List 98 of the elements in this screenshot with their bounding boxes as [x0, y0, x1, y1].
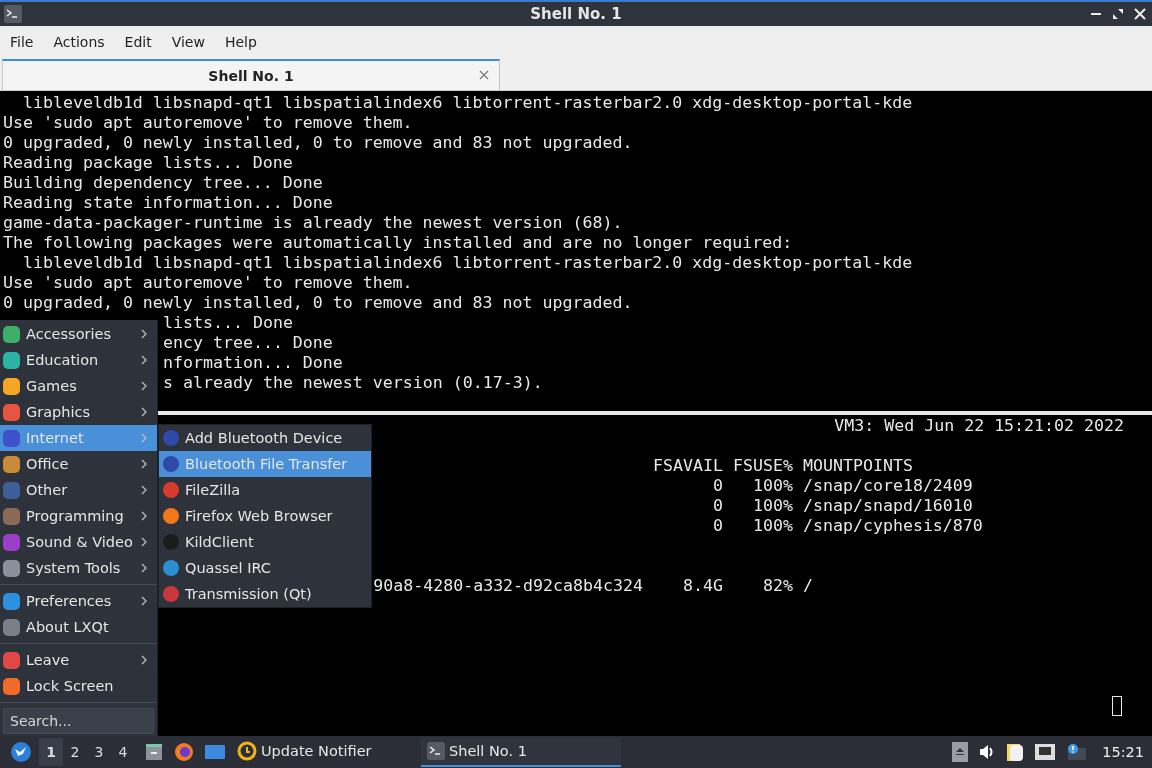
terminal-icon: [427, 742, 445, 760]
menu-item[interactable]: Preferences: [0, 588, 157, 614]
table-cell: /snap/cyphesis/870: [803, 516, 983, 536]
table-cell: 0: [713, 476, 723, 496]
app-icon: [163, 482, 179, 498]
category-icon: [3, 403, 20, 421]
app-icon: [163, 508, 179, 524]
app-icon: [163, 586, 179, 602]
app-icon: [163, 560, 179, 576]
terminal-line: game-data-packager-runtime is already the newest version (68).: [3, 213, 623, 232]
terminal-line: Reading state information... Done: [3, 193, 333, 212]
notification-icon[interactable]: [1066, 743, 1087, 761]
menu-item[interactable]: Transmission (Qt): [159, 581, 371, 607]
table-cell: /: [803, 576, 813, 596]
taskbar-button[interactable]: Shell No. 1: [421, 737, 621, 767]
category-icon: [3, 351, 20, 369]
terminal-line: 0 upgraded, 0 newly installed, 0 to remove and 83 not upgraded.: [3, 133, 633, 152]
column-header: FSAVAIL: [653, 456, 723, 476]
terminal-line: 0 upgraded, 0 newly installed, 0 to remove and 83 not upgraded.: [3, 293, 633, 312]
terminal-line: nformation... Done: [163, 353, 343, 372]
category-icon: [3, 507, 20, 525]
table-cell: /snap/core18/2409: [803, 476, 973, 496]
app-icon: [163, 534, 179, 550]
menu-item[interactable]: Help: [214, 34, 267, 50]
menu-item[interactable]: Games: [0, 373, 157, 399]
menu-item[interactable]: Leave: [0, 647, 157, 673]
column-header: MOUNTPOINTS: [803, 456, 913, 476]
menu-item[interactable]: Accessories: [0, 321, 157, 347]
desktop-switch[interactable]: 2: [63, 738, 87, 766]
menu-item[interactable]: Office: [0, 451, 157, 477]
category-icon: [3, 533, 20, 551]
table-cell: 100%: [753, 496, 793, 516]
table-cell: 100%: [753, 516, 793, 536]
terminal-line: libleveldb1d libsnapd-qt1 libspatialindex6 libtorrent-rasterbar2.0 xdg-desktop-portal-kde: [21, 253, 913, 272]
app-icon: [163, 456, 179, 472]
category-icon: [3, 377, 20, 395]
category-icon: [3, 592, 20, 610]
terminal-line: libleveldb1d libsnapd-qt1 libspatialindex6 libtorrent-rasterbar2.0 xdg-desktop-portal-kde: [21, 93, 913, 112]
network-icon[interactable]: [1034, 743, 1057, 761]
menu-item[interactable]: Edit: [114, 34, 162, 50]
terminal-line: ency tree... Done: [163, 333, 333, 352]
category-icon: [3, 429, 20, 447]
terminal-line: Use 'sudo apt autoremove' to remove them.: [3, 113, 413, 132]
taskbar-button[interactable]: Update Notifier: [231, 737, 421, 767]
category-icon: [3, 618, 20, 636]
menu-item[interactable]: Programming: [0, 503, 157, 529]
menu-item[interactable]: System Tools: [0, 555, 157, 581]
tab[interactable]: Shell No. 1: [2, 59, 500, 90]
category-icon: [3, 677, 20, 695]
desktop-switch[interactable]: 1: [39, 738, 63, 766]
clipboard-icon[interactable]: [1006, 742, 1025, 762]
terminal-line: The following packages were automatically installed and are no longer required:: [3, 233, 793, 252]
menu-item[interactable]: Actions: [43, 34, 115, 50]
terminal-icon: [4, 5, 22, 23]
column-header: FSUSE%: [733, 456, 793, 476]
clock[interactable]: 15:21: [1102, 744, 1144, 760]
menu-item[interactable]: KildClient: [159, 529, 371, 555]
terminal-line: s already the newest version (0.17-3).: [163, 373, 543, 392]
table-cell: 90a8-4280-a332-d92ca8b4c324: [373, 576, 643, 596]
menu-item[interactable]: Education: [0, 347, 157, 373]
category-icon: [3, 651, 20, 669]
menu-item[interactable]: View: [161, 34, 215, 50]
terminal-line: lists... Done: [163, 313, 293, 332]
eject-icon[interactable]: [952, 742, 969, 762]
menu-item[interactable]: Firefox Web Browser: [159, 503, 371, 529]
menu-item[interactable]: Graphics: [0, 399, 157, 425]
search-field[interactable]: Search...: [3, 708, 154, 734]
table-cell: 100%: [753, 476, 793, 496]
category-icon: [3, 481, 20, 499]
terminal-line: VM3: Wed Jun 22 15:21:02 2022: [834, 416, 1124, 435]
table-cell: 82%: [763, 576, 793, 596]
menu-item[interactable]: About LXQt: [0, 614, 157, 640]
menu-item[interactable]: Quassel IRC: [159, 555, 371, 581]
table-cell: 0: [713, 496, 723, 516]
maximize-icon[interactable]: [1112, 8, 1124, 20]
terminal-line: Reading package lists... Done: [3, 153, 293, 172]
desktop-icon[interactable]: [204, 742, 226, 762]
text-cursor: [1112, 696, 1122, 716]
menu-item[interactable]: Sound & Video: [0, 529, 157, 555]
terminal-line: Building dependency tree... Done: [3, 173, 323, 192]
terminal-line: Use 'sudo apt autoremove' to remove them.: [3, 273, 413, 292]
menu-item[interactable]: Other: [0, 477, 157, 503]
menu-item[interactable]: Add Bluetooth Device: [159, 425, 371, 451]
desktop-switch[interactable]: 4: [111, 738, 135, 766]
firefox-icon[interactable]: [174, 742, 194, 762]
app-icon: [163, 430, 179, 446]
category-icon: [3, 455, 20, 473]
table-cell: 8.4G: [683, 576, 723, 596]
menu-item[interactable]: Lock Screen: [0, 673, 157, 699]
menu-item[interactable]: FileZilla: [159, 477, 371, 503]
desktop-switch[interactable]: 3: [87, 738, 111, 766]
table-cell: /snap/snapd/16010: [803, 496, 973, 516]
menu-item[interactable]: File: [0, 34, 44, 50]
window-title: Shell No. 1: [529, 5, 623, 23]
category-icon: [3, 325, 20, 343]
file-cabinet-icon[interactable]: [144, 742, 164, 762]
table-cell: 0: [713, 516, 723, 536]
category-icon: [3, 559, 20, 577]
